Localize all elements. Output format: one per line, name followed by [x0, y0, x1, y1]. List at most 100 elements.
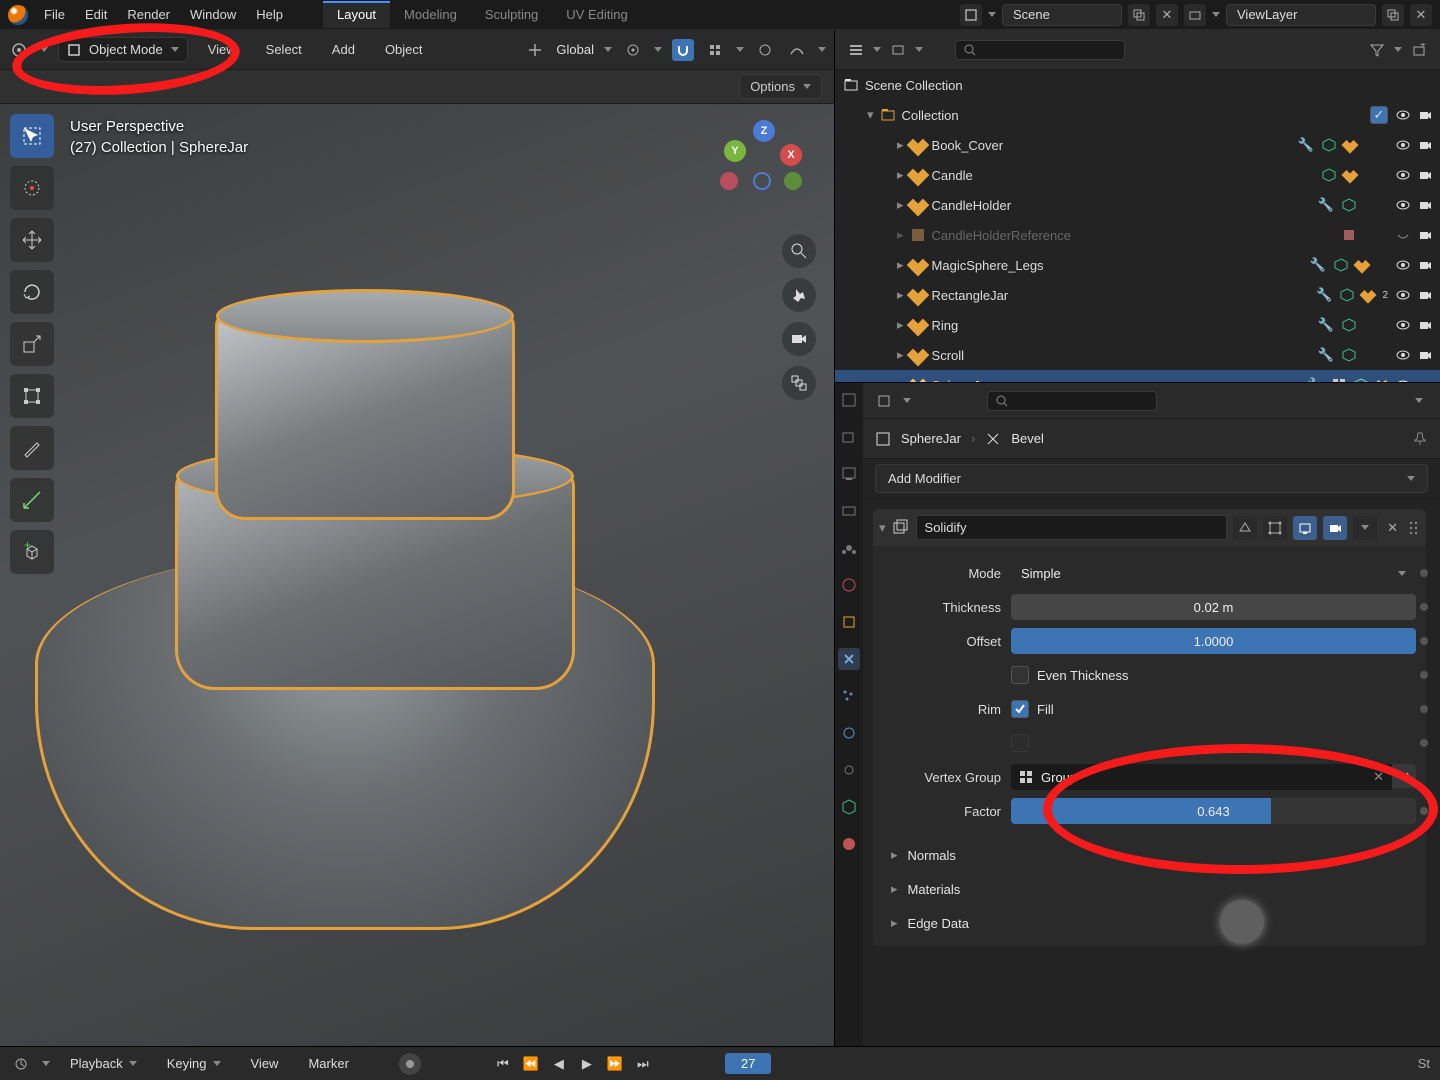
eye-icon[interactable] [1396, 108, 1410, 122]
tree-item[interactable]: ▸Candle [835, 160, 1440, 190]
camera-icon[interactable] [1418, 138, 1432, 152]
image-data-icon[interactable] [1342, 228, 1356, 242]
ptab-object[interactable] [838, 611, 860, 633]
tree-item[interactable]: ▸Scroll🔧 [835, 340, 1440, 370]
toggle-edit-mode[interactable] [1263, 516, 1287, 540]
options-button[interactable] [1408, 390, 1430, 412]
axis-x-icon[interactable]: X [780, 144, 802, 166]
anim-dot[interactable] [1420, 637, 1428, 645]
proportional-toggle[interactable] [754, 39, 776, 61]
tree-item[interactable]: ▸Ring🔧 [835, 310, 1440, 340]
mesh-data-icon[interactable] [1322, 138, 1336, 152]
ptab-physics[interactable] [838, 722, 860, 744]
ptab-scene[interactable] [838, 537, 860, 559]
eye-closed-icon[interactable] [1396, 228, 1410, 242]
exclude-toggle[interactable]: ✓ [1370, 106, 1388, 124]
outliner-type-dropdown[interactable] [845, 39, 867, 61]
tab-modeling[interactable]: Modeling [390, 1, 471, 28]
vgroup-icon[interactable] [1332, 378, 1346, 382]
add-modifier-dropdown[interactable]: Add Modifier [875, 464, 1428, 493]
camera-icon[interactable] [1418, 168, 1432, 182]
camera-icon[interactable] [1418, 258, 1432, 272]
anim-dot[interactable] [1420, 739, 1428, 747]
axis-y-icon[interactable]: Y [724, 140, 746, 162]
tree-item-muted[interactable]: ▸CandleHolderReference [835, 220, 1440, 250]
camera-icon[interactable] [1418, 318, 1432, 332]
new-collection-button[interactable]: + [1408, 39, 1430, 61]
ptab-viewlayer[interactable] [838, 500, 860, 522]
disclosure-icon[interactable]: ▾ [867, 107, 874, 123]
tool-rotate[interactable] [10, 270, 54, 314]
options-dropdown[interactable]: Options [739, 74, 822, 99]
only-rim-checkbox[interactable] [1011, 734, 1029, 752]
editor-type-dropdown[interactable] [873, 390, 895, 412]
tree-collection[interactable]: ▾ Collection ✓ [835, 100, 1440, 130]
mesh-data-icon[interactable] [1340, 288, 1354, 302]
subpanel-edgedata[interactable]: ▸Edge Data [883, 906, 1416, 940]
tool-add-cube[interactable]: + [10, 530, 54, 574]
keying-dropdown[interactable]: Keying [157, 1052, 231, 1075]
play-button[interactable]: ▶ [575, 1054, 599, 1074]
ptab-modifier[interactable] [838, 648, 860, 670]
viewlayer-name-input[interactable]: ViewLayer [1226, 4, 1376, 26]
clear-button[interactable]: ✕ [1373, 769, 1384, 785]
mesh-data-icon[interactable] [1322, 168, 1336, 182]
snap-toggle[interactable] [672, 39, 694, 61]
rim-fill-checkbox[interactable] [1011, 700, 1029, 718]
modifier-icon[interactable]: 🔧 [1316, 287, 1332, 303]
menu-add[interactable]: Add [322, 36, 365, 63]
eye-icon[interactable] [1396, 168, 1410, 182]
disclosure-icon[interactable]: ▸ [897, 197, 904, 213]
material-icon[interactable] [1342, 167, 1359, 184]
jump-start-button[interactable]: ⏮ [491, 1054, 515, 1074]
scene-new-button[interactable] [1128, 4, 1150, 26]
camera-icon[interactable] [1418, 288, 1432, 302]
modifier-icon[interactable]: 🔧 [1308, 377, 1324, 382]
mesh-data-icon[interactable] [1354, 378, 1368, 382]
mode-selector[interactable]: Object Mode [58, 37, 188, 62]
ptab-material[interactable] [838, 833, 860, 855]
ptab-world[interactable] [838, 574, 860, 596]
eye-icon[interactable] [1396, 288, 1410, 302]
ptab-constraints[interactable] [838, 759, 860, 781]
tab-uv[interactable]: UV Editing [552, 1, 641, 28]
even-thickness-checkbox[interactable] [1011, 666, 1029, 684]
modifier-icon[interactable]: 🔧 [1318, 317, 1334, 333]
breadcrumb-modifier[interactable]: Bevel [1011, 431, 1044, 446]
editor-type-dropdown[interactable] [8, 39, 30, 61]
layer-delete-button[interactable]: ✕ [1410, 4, 1432, 26]
eye-icon[interactable] [1396, 378, 1410, 382]
camera-button[interactable] [782, 322, 816, 356]
zoom-button[interactable] [782, 234, 816, 268]
eye-icon[interactable] [1396, 348, 1410, 362]
pan-button[interactable] [782, 278, 816, 312]
camera-icon[interactable] [1418, 348, 1432, 362]
vertex-group-input[interactable]: Group ✕ [1011, 764, 1392, 790]
disclosure-icon[interactable]: ▸ [897, 377, 904, 382]
current-frame-input[interactable]: 27 [725, 1053, 771, 1074]
factor-slider[interactable]: 0.643 [1011, 798, 1416, 824]
ptab-render[interactable] [838, 426, 860, 448]
scene-name-input[interactable]: Scene [1002, 4, 1122, 26]
eye-icon[interactable] [1396, 138, 1410, 152]
tree-item-selected[interactable]: ▸SphereJar🔧 [835, 370, 1440, 382]
mesh-data-icon[interactable] [1342, 318, 1356, 332]
menu-view[interactable]: View [198, 36, 246, 63]
timeline-marker-menu[interactable]: Marker [298, 1052, 358, 1075]
tree-item[interactable]: ▸RectangleJar🔧2 [835, 280, 1440, 310]
modifier-icon[interactable]: 🔧 [1318, 197, 1334, 213]
outliner-search-input[interactable] [955, 40, 1125, 60]
modifier-icon[interactable]: 🔧 [1298, 137, 1314, 153]
tool-select-box[interactable] [10, 114, 54, 158]
modifier-extras-dropdown[interactable] [1353, 516, 1377, 540]
toggle-render[interactable] [1323, 516, 1347, 540]
menu-help[interactable]: Help [246, 1, 293, 28]
material-icon[interactable] [1342, 137, 1359, 154]
modifier-delete-button[interactable]: ✕ [1383, 520, 1402, 536]
menu-select[interactable]: Select [256, 36, 312, 63]
mesh-data-icon[interactable] [1342, 198, 1356, 212]
eye-icon[interactable] [1396, 198, 1410, 212]
layer-new-button[interactable] [1382, 4, 1404, 26]
eye-icon[interactable] [1396, 318, 1410, 332]
material-icon[interactable] [1374, 377, 1391, 382]
